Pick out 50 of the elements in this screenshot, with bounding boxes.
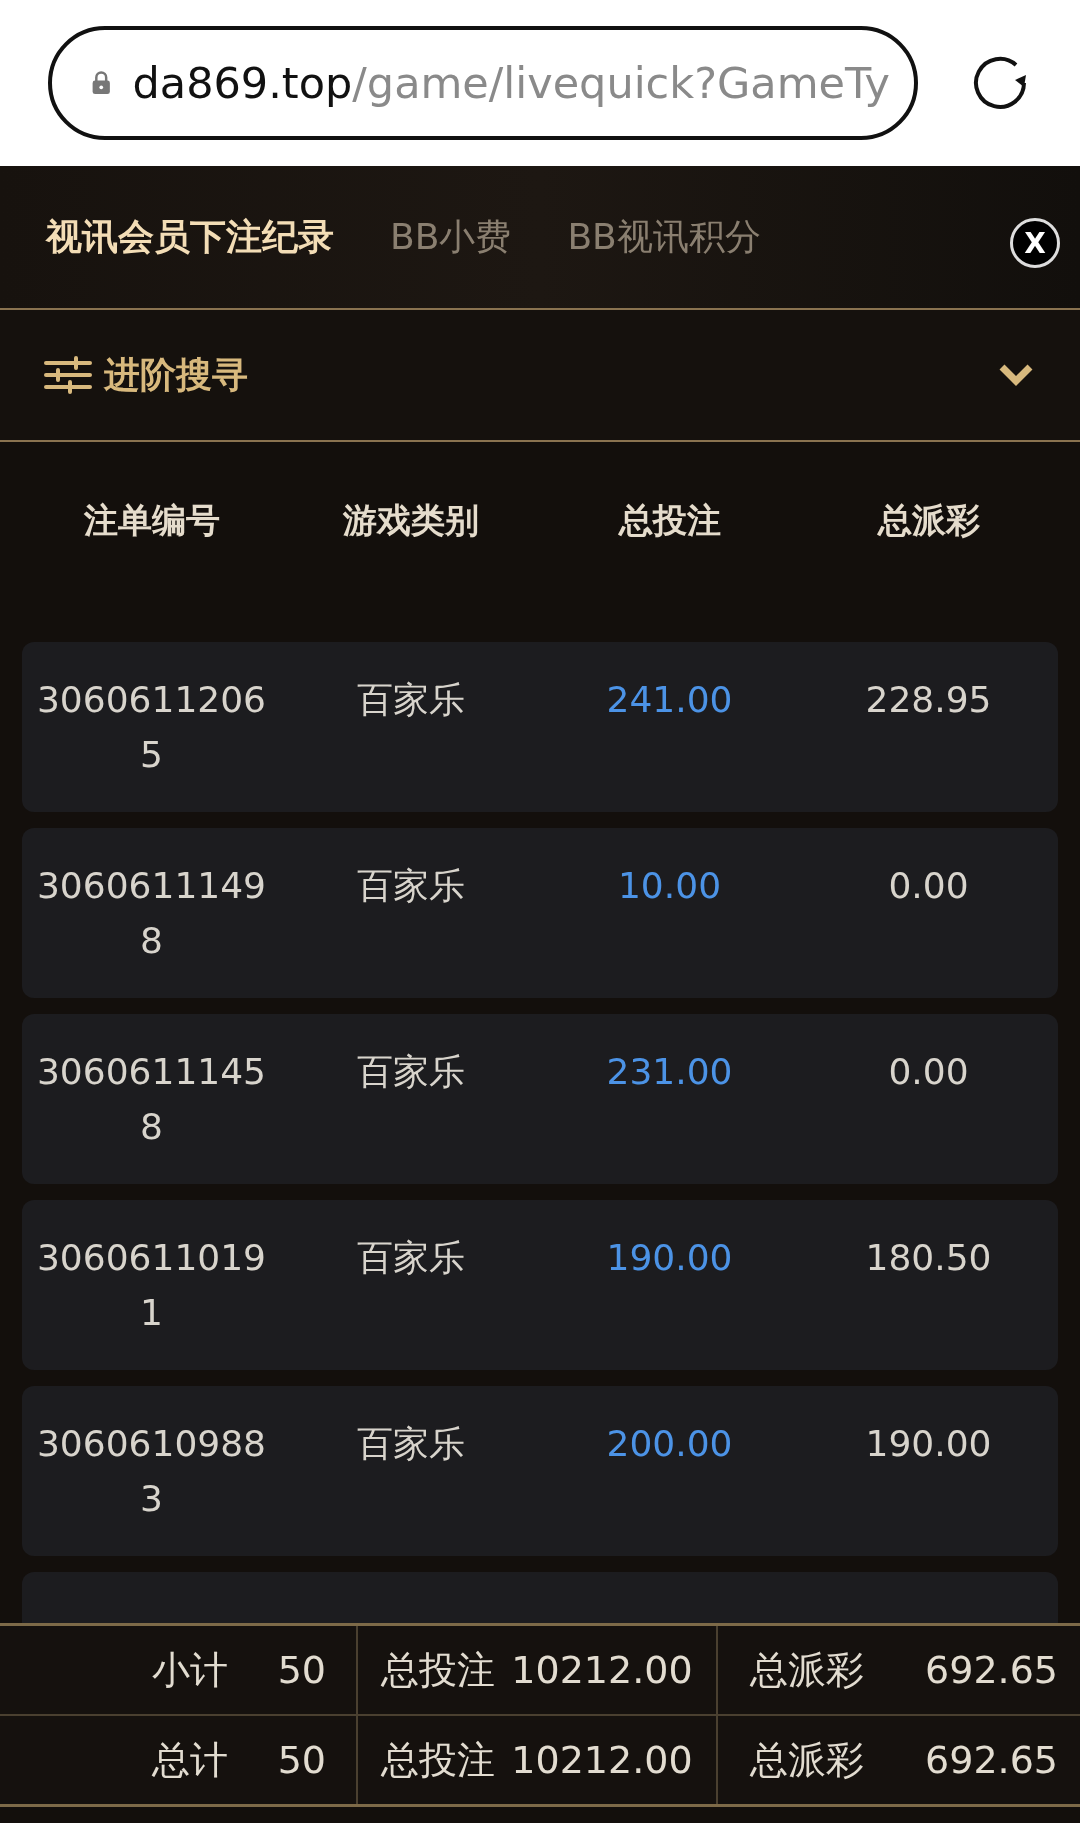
summary-label: 总计 (151, 1736, 228, 1784)
record-card[interactable]: 30606112065 百家乐 241.00 228.95 (22, 642, 1058, 812)
order-number: 30606110191 (35, 1236, 267, 1335)
bet-link[interactable]: 200.00 (606, 1423, 733, 1464)
column-header: 总投注 (618, 500, 721, 540)
record-card[interactable]: 30606109883 百家乐 200.00 190.00 (22, 1386, 1058, 1556)
total-payout-label: 总派彩 (750, 1646, 864, 1694)
total-payout-value: 692.65 (925, 1738, 1058, 1782)
order-number: 30606111498 (35, 864, 267, 963)
game-type: 百家乐 (356, 679, 465, 720)
payout: 190.00 (865, 1423, 992, 1464)
payout: 0.00 (888, 865, 969, 906)
total-bet-value: 10212.00 (511, 1648, 693, 1692)
tab[interactable]: 视讯会员下注纪录 (46, 212, 334, 262)
bet-link[interactable]: 231.00 (606, 1051, 733, 1092)
payout: 0.00 (888, 1051, 969, 1092)
bet-link[interactable]: 10.00 (617, 865, 722, 906)
record-card[interactable]: 30606110191 百家乐 190.00 180.50 (22, 1200, 1058, 1370)
game-type: 百家乐 (356, 1051, 465, 1092)
order-number: 30606111458 (35, 1050, 267, 1149)
column-header: 总派彩 (877, 500, 980, 540)
game-type: 百家乐 (356, 865, 465, 906)
total-bet-value: 10212.00 (511, 1738, 693, 1782)
sliders-icon (44, 355, 92, 395)
order-number: 30606112065 (35, 678, 267, 777)
game-type: 百家乐 (356, 1237, 465, 1278)
order-number: 30606109883 (35, 1422, 267, 1521)
summary-count: 50 (277, 1738, 326, 1782)
record-card[interactable]: 30606111458 百家乐 231.00 0.00 (22, 1014, 1058, 1184)
close-button[interactable]: X (1010, 218, 1060, 268)
tab[interactable]: BB视讯积分 (567, 212, 761, 262)
advanced-search-label: 进阶搜寻 (104, 352, 249, 397)
record-card[interactable]: 30606111498 百家乐 10.00 0.00 (22, 828, 1058, 998)
address-bar[interactable]: da869.top/game/livequick?GameTy (48, 26, 918, 140)
url-text: da869.top/game/livequick?GameTy (132, 58, 890, 108)
summary-label: 小计 (151, 1646, 228, 1694)
total-payout-value: 692.65 (925, 1648, 1058, 1692)
total-payout-label: 总派彩 (750, 1736, 864, 1784)
chevron-icon[interactable] (998, 363, 1034, 387)
payout: 228.95 (865, 679, 992, 720)
column-header: 游戏类别 (342, 500, 479, 540)
column-header: 注单编号 (83, 500, 220, 540)
bet-link[interactable]: 241.00 (606, 679, 733, 720)
game-type: 百家乐 (356, 1423, 465, 1464)
tab[interactable]: BB小费 (390, 212, 512, 262)
total-bet-label: 总投注 (381, 1646, 496, 1694)
total-bet-label: 总投注 (381, 1736, 496, 1784)
payout: 180.50 (865, 1237, 992, 1278)
summary-count: 50 (277, 1648, 326, 1692)
bet-link[interactable]: 190.00 (606, 1237, 733, 1278)
